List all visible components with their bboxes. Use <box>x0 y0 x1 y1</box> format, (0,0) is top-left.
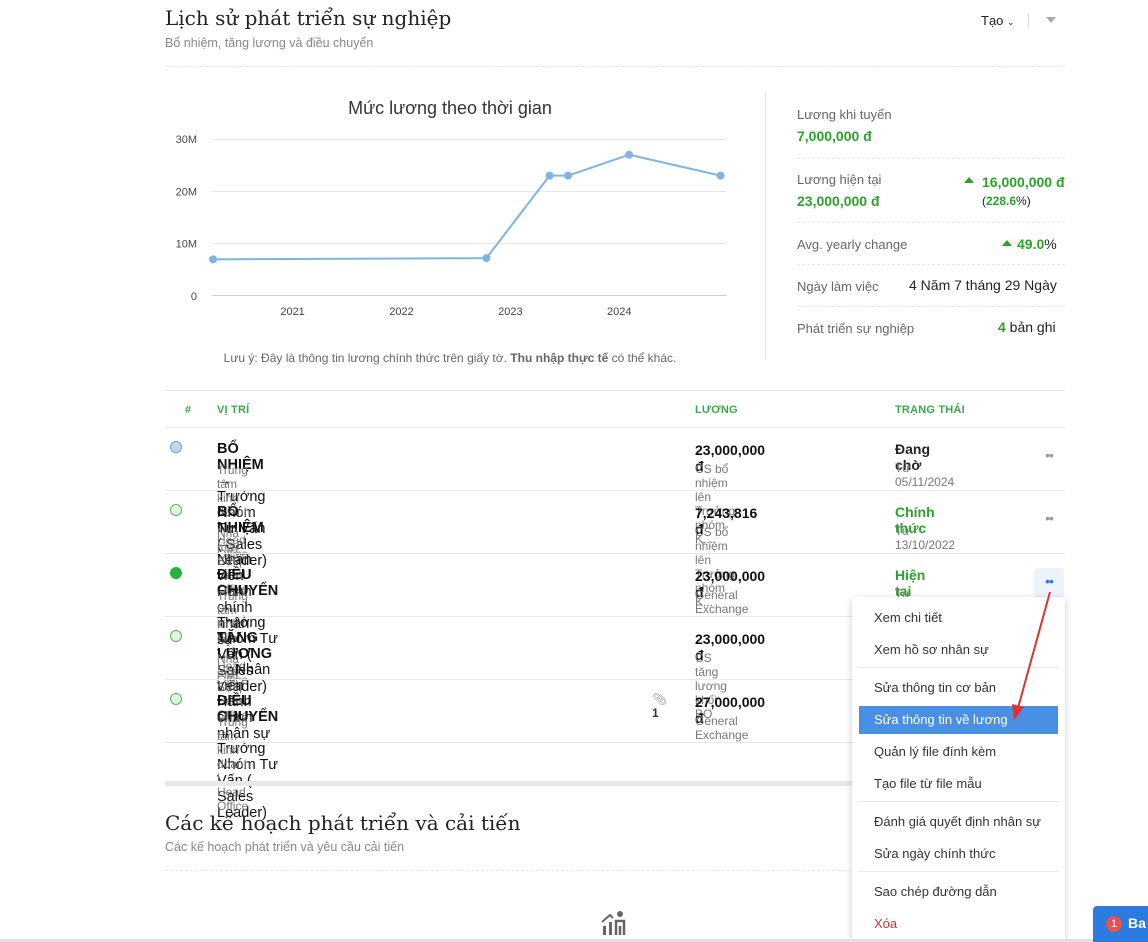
salary-chart: 0 10M 20M 30M 2021 2022 2023 2024 <box>0 0 800 380</box>
chat-badge: 1 <box>1106 916 1122 932</box>
divider <box>1028 14 1029 28</box>
ellipsis-icon: •• <box>1045 573 1054 589</box>
stat-divider <box>797 158 1065 159</box>
menu-separator <box>858 667 1059 668</box>
more-actions-button[interactable]: •• <box>1034 568 1064 598</box>
current-salary-value: 23,000,000 đ <box>797 193 880 209</box>
y-tick-label: 10M <box>176 239 197 251</box>
menu-item-create-from-template[interactable]: Tạo file từ file mẫu <box>852 770 1065 798</box>
status-dot <box>170 441 182 453</box>
y-tick-label: 0 <box>191 291 197 303</box>
increase-percent: (228.6%) <box>982 194 1031 208</box>
chart-note-prefix: Lưu ý: Đây là thông tin lương chính thức… <box>223 351 511 365</box>
more-actions-button[interactable]: •• <box>1034 442 1064 472</box>
stats-divider <box>765 92 766 360</box>
x-tick-label: 2021 <box>280 306 304 318</box>
attachment-number: 1 <box>652 706 659 720</box>
menu-item-delete[interactable]: Xóa <box>852 910 1065 938</box>
row-divider <box>165 490 1065 491</box>
data-point[interactable] <box>209 255 218 264</box>
data-point[interactable] <box>482 254 491 263</box>
col-head-salary: LƯƠNG <box>695 404 738 416</box>
growth-chart-icon <box>601 911 626 935</box>
data-point[interactable] <box>716 171 725 180</box>
current-salary-label: Lương hiện tại <box>797 172 882 187</box>
avg-change-unit: % <box>1044 236 1057 252</box>
table-top-divider <box>165 390 1065 391</box>
paperclip-icon: 📎︎ <box>652 692 668 706</box>
stat-divider <box>797 264 1065 265</box>
status-dot <box>170 504 182 516</box>
increase-pct-value: 228.6 <box>986 194 1017 208</box>
salary-line <box>213 153 721 261</box>
stat-divider <box>797 306 1065 307</box>
avg-change-label: Avg. yearly change <box>797 237 908 252</box>
avg-arrow-icon <box>1002 240 1012 246</box>
row-department: Trung tâm kinh doanh | Head Office <box>217 715 251 813</box>
create-dropdown[interactable]: Tạo ⌄ <box>981 13 1015 28</box>
plans-divider <box>165 870 855 871</box>
attachment-count[interactable]: 📎︎ 1 <box>652 692 667 720</box>
data-point[interactable] <box>545 171 554 180</box>
chevron-down-icon: ⌄ <box>1007 17 1015 27</box>
create-label: Tạo <box>981 13 1004 28</box>
plans-subtitle: Các kế hoạch phát triển và yêu cầu cải t… <box>165 840 405 854</box>
menu-item-view-detail[interactable]: Xem chi tiết <box>852 604 1065 632</box>
menu-item-view-profile[interactable]: Xem hồ sơ nhân sự <box>852 636 1065 664</box>
menu-item-manage-attachments[interactable]: Quản lý file đính kèm <box>852 738 1065 766</box>
y-tick-label: 20M <box>176 186 197 198</box>
chart-note-suffix: có thể khác. <box>608 351 677 365</box>
menu-item-evaluate-decision[interactable]: Đánh giá quyết định nhân sự <box>852 808 1065 836</box>
status-dot <box>170 630 182 642</box>
status-dot <box>170 693 182 705</box>
row-salary-note: General Exchange <box>695 714 749 742</box>
chat-widget[interactable]: 1 Ba <box>1093 906 1148 942</box>
x-tick-label: 2023 <box>498 306 522 318</box>
row-salary-note: General Exchange <box>695 588 749 616</box>
career-unit: bản ghi <box>1005 319 1056 335</box>
plans-title: Các kế hoạch phát triển và cải tiến <box>165 811 521 835</box>
row-divider <box>165 553 1065 554</box>
chart-note: Lưu ý: Đây là thông tin lương chính thức… <box>212 351 688 365</box>
avg-change-value: 49.0% <box>1017 236 1057 252</box>
x-tick-label: 2022 <box>389 306 413 318</box>
menu-separator <box>858 871 1059 872</box>
ellipsis-icon: •• <box>1045 510 1054 526</box>
status-dot <box>170 567 182 579</box>
menu-item-edit-official-date[interactable]: Sửa ngày chính thức <box>852 840 1065 868</box>
increase-arrow-icon <box>964 177 974 183</box>
y-tick-label: 30M <box>176 134 197 146</box>
increase-value: 16,000,000 đ <box>982 174 1065 190</box>
avg-change-number: 49.0 <box>1017 236 1045 252</box>
row-status-date: Từ 05/11/2024 <box>895 461 955 489</box>
increase-pct-close: %) <box>1016 194 1031 208</box>
career-development-label: Phát triển sự nghiệp <box>797 321 915 336</box>
initial-salary-value: 7,000,000 đ <box>797 128 872 144</box>
menu-item-edit-salary-info[interactable]: Sửa thông tin về lương <box>859 706 1058 734</box>
initial-salary-label: Lương khi tuyển <box>797 107 892 122</box>
career-count: 4 <box>998 319 1006 335</box>
table-header-divider <box>165 427 1065 428</box>
col-head-position: VỊ TRÍ <box>217 404 250 416</box>
working-days-value: 4 Năm 7 tháng 29 Ngày <box>909 277 1057 293</box>
data-point[interactable] <box>625 150 634 159</box>
menu-item-copy-link[interactable]: Sao chép đường dẫn <box>852 878 1065 906</box>
chart-note-bold: Thu nhập thực tế <box>510 351 609 365</box>
col-head-status: TRẠNG THÁI <box>895 404 965 416</box>
stat-divider <box>797 222 1065 223</box>
caret-down-icon[interactable] <box>1046 17 1056 23</box>
row-actions-menu: Xem chi tiết Xem hồ sơ nhân sự Sửa thông t… <box>852 597 1065 942</box>
x-tick-label: 2024 <box>607 306 631 318</box>
row-status-date: Từ 13/10/2022 <box>895 524 956 552</box>
chart-plot: 0 10M 20M 30M 2021 2022 2023 2024 <box>176 134 725 318</box>
menu-separator <box>858 801 1059 802</box>
working-days-label: Ngày làm việc <box>797 279 879 294</box>
col-head-num: # <box>185 404 192 416</box>
chat-label: Ba <box>1128 915 1146 931</box>
more-actions-button[interactable]: •• <box>1034 505 1064 535</box>
career-development-value: 4 bản ghi <box>998 319 1056 335</box>
ellipsis-icon: •• <box>1045 447 1054 463</box>
data-point[interactable] <box>564 171 573 180</box>
menu-item-edit-basic-info[interactable]: Sửa thông tin cơ bản <box>852 674 1065 702</box>
